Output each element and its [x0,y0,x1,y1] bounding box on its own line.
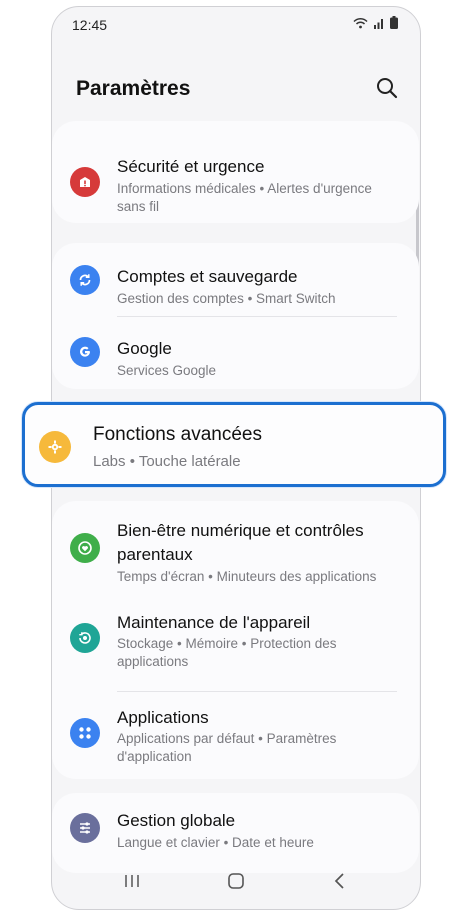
card-security: Sécurité et urgence Informations médical… [52,121,419,223]
back-icon [334,873,344,889]
status-time: 12:45 [72,17,108,33]
item-title: Google [117,339,172,358]
item-title: Bien-être numérique et contrôles parenta… [117,521,364,564]
sync-icon [70,265,100,295]
settings-item-advanced-features[interactable]: Fonctions avancées Labs • Touche latéral… [22,402,446,487]
item-title: Maintenance de l'appareil [117,613,311,632]
card-device: Bien-être numérique et contrôles parenta… [52,501,419,779]
item-subtitle: Temps d'écran • Minuteurs des applicatio… [117,569,377,584]
settings-item-applications[interactable]: Applications Applications par défaut • P… [52,692,419,779]
alert-icon [70,167,100,197]
google-icon [70,337,100,367]
sliders-icon [70,813,100,843]
item-subtitle: Services Google [117,363,217,378]
settings-item-google[interactable]: Google Services Google [52,317,419,389]
status-icons [353,16,398,34]
item-subtitle: Stockage • Mémoire • Protection des appl… [117,636,337,669]
recent-apps-icon [125,875,139,887]
navigation-bar [52,853,420,909]
wellbeing-icon [70,533,100,563]
back-button[interactable] [326,869,354,893]
item-title: Applications [117,708,209,727]
page-title: Paramètres [76,77,191,100]
maintenance-icon [70,623,100,653]
item-title: Sécurité et urgence [117,157,265,176]
settings-item-accounts[interactable]: Comptes et sauvegarde Gestion des compte… [52,243,419,315]
battery-icon [390,16,398,34]
item-subtitle: Applications par défaut • Paramètres d'a… [117,731,337,764]
home-button[interactable] [222,869,250,893]
item-subtitle: Gestion des comptes • Smart Switch [117,291,336,306]
card-accounts: Comptes et sauvegarde Gestion des compte… [52,243,419,389]
item-subtitle: Labs • Touche latérale [93,453,241,470]
search-button[interactable] [374,75,400,101]
wifi-icon [353,16,368,34]
apps-grid-icon [70,718,100,748]
item-title: Gestion globale [117,811,236,830]
item-subtitle: Langue et clavier • Date et heure [117,835,314,850]
item-subtitle: Informations médicales • Alertes d'urgen… [117,181,372,214]
settings-item-maintenance[interactable]: Maintenance de l'appareil Stockage • Mém… [52,595,419,689]
settings-item-wellbeing[interactable]: Bien-être numérique et contrôles parenta… [52,501,419,593]
recent-apps-button[interactable] [118,869,146,893]
item-title: Comptes et sauvegarde [117,267,298,286]
puzzle-gear-icon [39,431,71,463]
item-title: Fonctions avancées [93,424,262,445]
signal-icon [373,16,385,34]
search-icon [377,78,398,99]
status-bar: 12:45 [52,7,420,43]
home-icon [228,873,244,889]
settings-item-security[interactable]: Sécurité et urgence Informations médical… [52,121,419,223]
